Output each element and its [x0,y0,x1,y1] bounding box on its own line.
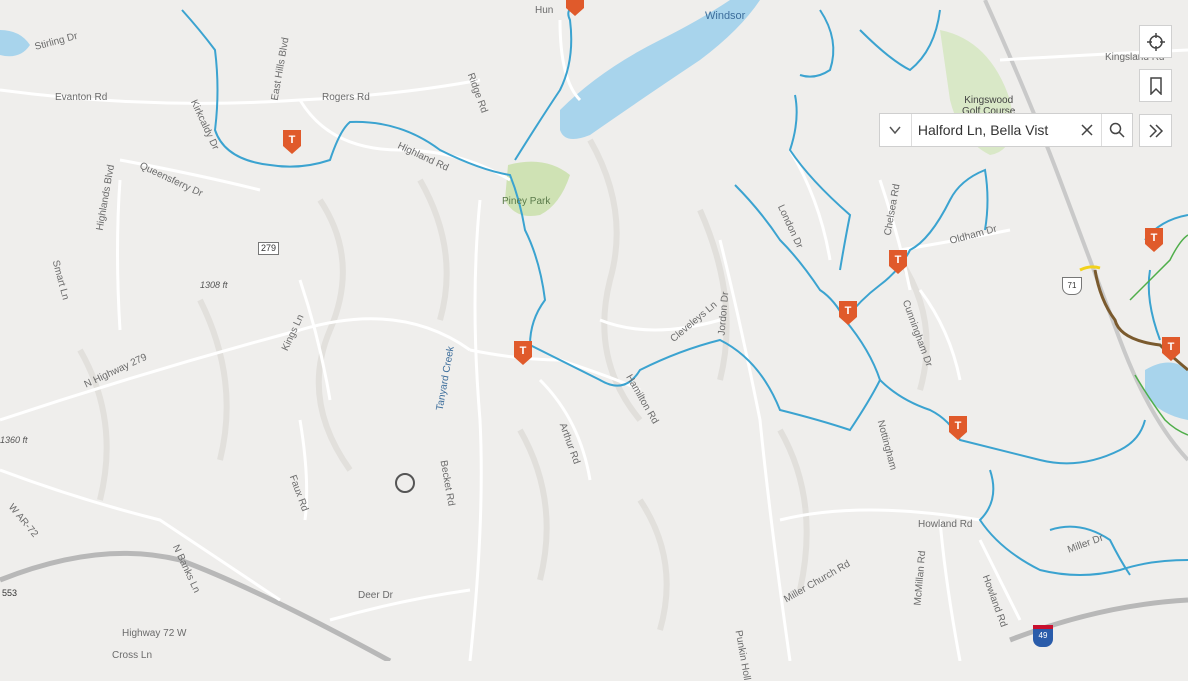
close-icon [1081,124,1093,136]
search-icon [1109,122,1125,138]
trailhead-letter: T [520,345,527,357]
trailhead-letter: T [1151,232,1158,244]
shield-state-279: 279 [258,242,280,255]
trailhead-marker[interactable]: T [1145,228,1163,252]
label-howland: Howland Rd [918,519,973,530]
clear-search-button[interactable] [1074,114,1101,146]
trailhead-marker[interactable]: T [1162,337,1180,361]
trailhead-marker[interactable]: T [889,250,907,274]
triangle-down-icon [889,126,901,134]
label-deer: Deer Dr [358,590,394,601]
shield-us-71: 71 [1062,277,1082,295]
trailhead-marker[interactable]: T [514,341,532,365]
trailhead-letter: T [895,254,902,266]
search-dropdown-button[interactable] [880,114,912,146]
bookmark-button[interactable] [1139,69,1172,102]
search-bar [879,113,1133,147]
label-rogers: Rogers Rd [322,92,370,103]
search-button[interactable] [1101,114,1132,146]
label-cross: Cross Ln [112,650,153,661]
label-evanton: Evanton Rd [55,92,108,103]
search-input[interactable] [911,114,1074,146]
trailhead-marker[interactable]: T [839,301,857,325]
trailhead-letter: T [955,420,962,432]
double-chevron-right-icon [1148,123,1163,138]
label-elevation-1: 1308 ft [200,280,228,290]
locate-button[interactable] [1139,25,1172,58]
trailhead-marker[interactable] [566,0,584,16]
label-windsor: Windsor [705,10,746,22]
label-elevation-2: 1360 ft [0,435,28,445]
trailhead-marker[interactable]: T [283,130,301,154]
expand-panel-button[interactable] [1139,114,1172,147]
trailhead-marker[interactable]: T [949,416,967,440]
trailhead-letter: T [1168,341,1175,353]
trailhead-letter: T [845,305,852,317]
label-piney-park: Piney Park [502,196,551,207]
shield-interstate-49: 49 [1033,625,1053,647]
trailhead-letter: T [289,134,296,146]
bookmark-icon [1149,76,1162,95]
crosshair-icon [1146,32,1165,51]
shield-553: 553 [2,588,18,598]
label-hwy72w: Highway 72 W [122,628,187,639]
label-hun: Hun [535,5,554,16]
